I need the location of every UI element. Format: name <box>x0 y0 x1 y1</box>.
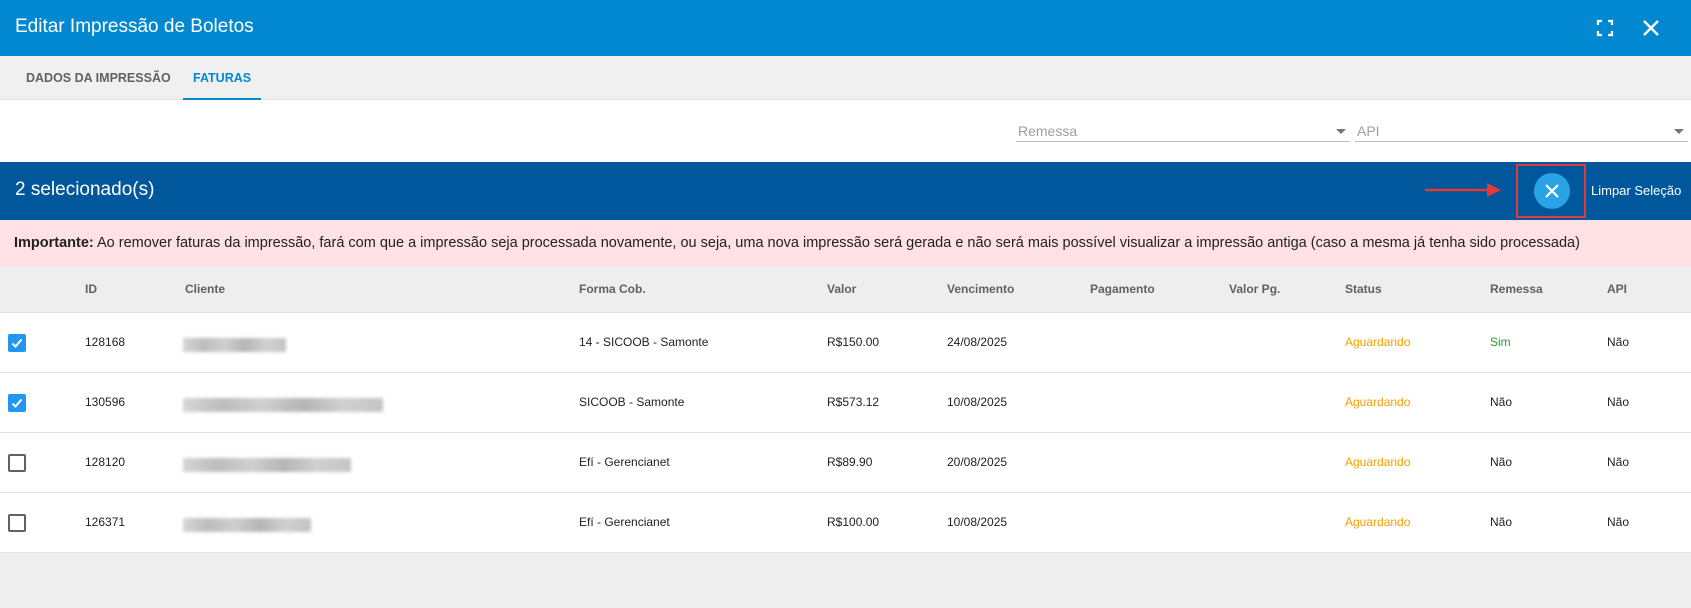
cell-cliente-redacted <box>183 518 311 532</box>
header-status[interactable]: Status <box>1345 282 1382 296</box>
cell-id: 128168 <box>85 335 126 349</box>
table-row[interactable]: 128120 Efí - Gerencianet R$89.90 20/08/2… <box>0 433 1691 493</box>
clear-selection-button[interactable] <box>1534 173 1570 209</box>
cell-status: Aguardando <box>1345 395 1411 409</box>
cell-status: Aguardando <box>1345 515 1411 529</box>
row-checkbox[interactable] <box>8 394 26 412</box>
cell-cliente-redacted <box>183 398 383 412</box>
table-row[interactable]: 130596 SICOOB - Samonte R$573.12 10/08/2… <box>0 373 1691 433</box>
tab-bar: DADOS DA IMPRESSÃO FATURAS <box>0 56 1691 100</box>
tab-dados-da-impressao[interactable]: DADOS DA IMPRESSÃO <box>16 56 181 100</box>
header-id[interactable]: ID <box>85 282 97 296</box>
cell-valor: R$150.00 <box>827 335 880 349</box>
tab-faturas[interactable]: FATURAS <box>183 56 262 100</box>
cell-vencimento: 10/08/2025 <box>947 395 1008 409</box>
header-valor[interactable]: Valor <box>827 282 856 296</box>
remessa-select[interactable]: Remessa <box>1016 120 1350 142</box>
cell-valor: R$89.90 <box>827 455 873 469</box>
header-cliente[interactable]: Cliente <box>185 282 225 296</box>
close-icon[interactable] <box>1637 14 1665 42</box>
chevron-down-icon <box>1336 129 1346 134</box>
cell-vencimento: 24/08/2025 <box>947 335 1008 349</box>
cell-remessa: Não <box>1490 395 1513 409</box>
cell-id: 128120 <box>85 455 126 469</box>
cell-valor: R$573.12 <box>827 395 880 409</box>
cell-status: Aguardando <box>1345 335 1411 349</box>
table-row[interactable]: 126371 Efí - Gerencianet R$100.00 10/08/… <box>0 493 1691 553</box>
clear-selection-label[interactable]: Limpar Seleção <box>1591 183 1681 198</box>
cell-id: 126371 <box>85 515 126 529</box>
cell-cliente-redacted <box>183 458 351 472</box>
fullscreen-icon[interactable] <box>1591 14 1619 42</box>
red-arrow-annotation <box>1425 182 1503 203</box>
filters-bar: Remessa API <box>0 100 1691 162</box>
header-valor-pg[interactable]: Valor Pg. <box>1229 282 1280 296</box>
cell-vencimento: 10/08/2025 <box>947 515 1008 529</box>
row-checkbox[interactable] <box>8 514 26 532</box>
dialog-titlebar: Editar Impressão de Boletos <box>0 0 1691 56</box>
api-select[interactable]: API <box>1355 120 1688 142</box>
cell-remessa: Não <box>1490 455 1513 469</box>
cell-forma-cob: SICOOB - Samonte <box>579 395 685 409</box>
cell-id: 130596 <box>85 395 126 409</box>
cell-api: Não <box>1607 395 1630 409</box>
cell-forma-cob: Efí - Gerencianet <box>579 455 670 469</box>
warning-banner: Importante: Ao remover faturas da impres… <box>0 220 1691 267</box>
api-placeholder: API <box>1357 123 1380 139</box>
warning-body: Ao remover faturas da impressão, fará co… <box>93 235 1580 251</box>
invoices-table: ID Cliente Forma Cob. Valor Vencimento P… <box>0 267 1691 553</box>
row-checkbox[interactable] <box>8 454 26 472</box>
cell-forma-cob: 14 - SICOOB - Samonte <box>579 335 709 349</box>
selected-count: 2 selecionado(s) <box>15 179 155 200</box>
cell-remessa: Sim <box>1490 335 1511 349</box>
warning-strong: Importante: <box>14 235 94 251</box>
check-icon <box>11 338 23 348</box>
table-header: ID Cliente Forma Cob. Valor Vencimento P… <box>0 267 1691 313</box>
cell-status: Aguardando <box>1345 455 1411 469</box>
dialog-title: Editar Impressão de Boletos <box>15 16 254 37</box>
cell-api: Não <box>1607 515 1630 529</box>
header-api[interactable]: API <box>1607 282 1627 296</box>
header-pagamento[interactable]: Pagamento <box>1090 282 1155 296</box>
cell-valor: R$100.00 <box>827 515 880 529</box>
cell-api: Não <box>1607 455 1630 469</box>
chevron-down-icon <box>1674 129 1684 134</box>
remessa-placeholder: Remessa <box>1018 123 1078 139</box>
check-icon <box>11 398 23 408</box>
cell-api: Não <box>1607 335 1630 349</box>
row-checkbox[interactable] <box>8 334 26 352</box>
header-remessa[interactable]: Remessa <box>1490 282 1543 296</box>
selection-bar: 2 selecionado(s) Limpar Seleção <box>0 162 1691 220</box>
header-vencimento[interactable]: Vencimento <box>947 282 1014 296</box>
table-row[interactable]: 128168 14 - SICOOB - Samonte R$150.00 24… <box>0 313 1691 373</box>
cell-forma-cob: Efí - Gerencianet <box>579 515 670 529</box>
cell-cliente-redacted <box>183 338 286 352</box>
close-icon <box>1545 184 1559 198</box>
cell-remessa: Não <box>1490 515 1513 529</box>
header-forma-cob[interactable]: Forma Cob. <box>579 282 646 296</box>
cell-vencimento: 20/08/2025 <box>947 455 1008 469</box>
warning-text: Importante: Ao remover faturas da impres… <box>14 235 1580 251</box>
